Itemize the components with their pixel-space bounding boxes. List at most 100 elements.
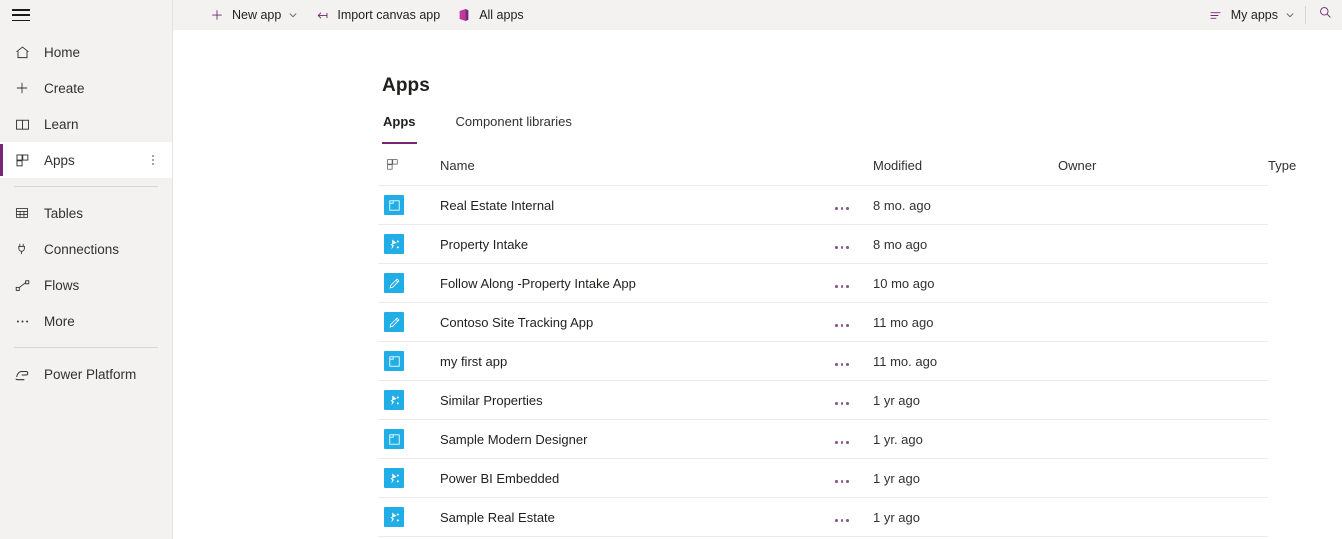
row-cell-name[interactable]: Property Intake: [440, 224, 835, 265]
row-cell-actions: [835, 185, 873, 226]
sidebar-item-home[interactable]: Home: [0, 34, 172, 70]
app-name-link[interactable]: my first app: [440, 354, 507, 369]
row-cell-modified: 1 yr ago: [873, 497, 1058, 538]
app-name-link[interactable]: Real Estate Internal: [440, 198, 554, 213]
row-cell-name[interactable]: Sample Real Estate: [440, 497, 835, 538]
row-overflow-button[interactable]: [835, 324, 849, 327]
office-apps-icon: [456, 7, 472, 23]
row-overflow-button[interactable]: [835, 402, 849, 405]
table-row[interactable]: Property Intake8 mo agoCanvas: [378, 224, 1268, 265]
search-button[interactable]: [1308, 0, 1342, 30]
table-row[interactable]: Real Estate Internal8 mo. agoModel-drive…: [378, 185, 1268, 226]
canvas-app-icon: [384, 390, 404, 411]
sidebar-apps-overflow-button[interactable]: [152, 155, 154, 165]
apps-table: Name Modified Owner Type Real Estate Int…: [378, 156, 1296, 538]
model-driven-app-icon: [384, 195, 404, 216]
left-nav-sidebar: Home Create Learn Apps Tables Connection…: [0, 0, 173, 539]
row-cell-name[interactable]: Follow Along -Property Intake App: [440, 263, 835, 304]
all-apps-button[interactable]: All apps: [448, 0, 531, 30]
column-header-icon: [378, 156, 440, 187]
tab-component-libraries[interactable]: Component libraries: [455, 114, 573, 144]
row-cell-name[interactable]: Real Estate Internal: [440, 185, 835, 226]
import-canvas-app-button[interactable]: Import canvas app: [306, 0, 448, 30]
row-cell-icon: [378, 380, 440, 421]
app-name-link[interactable]: Similar Properties: [440, 393, 543, 408]
command-bar-divider: [1305, 6, 1306, 24]
sidebar-item-tables[interactable]: Tables: [0, 195, 172, 231]
app-name-link[interactable]: Property Intake: [440, 237, 528, 252]
import-canvas-app-label: Import canvas app: [337, 8, 441, 22]
book-icon: [12, 114, 32, 134]
row-cell-owner: [1058, 263, 1268, 304]
sidebar-item-label: Tables: [44, 205, 84, 221]
new-app-button[interactable]: New app: [201, 0, 306, 30]
row-cell-name[interactable]: Contoso Site Tracking App: [440, 302, 835, 343]
app-type-column-icon: [384, 157, 400, 173]
table-row[interactable]: Sample Modern Designer1 yr. agoModel-dri…: [378, 419, 1268, 460]
row-cell-modified: 8 mo ago: [873, 224, 1058, 265]
row-overflow-button[interactable]: [835, 519, 849, 522]
sidebar-item-connections[interactable]: Connections: [0, 231, 172, 267]
row-cell-icon: [378, 263, 440, 304]
column-header-modified[interactable]: Modified: [873, 156, 1058, 187]
table-row[interactable]: Power BI Embedded1 yr agoCanvas: [378, 458, 1268, 499]
row-cell-name[interactable]: Similar Properties: [440, 380, 835, 421]
sidebar-item-apps[interactable]: Apps: [0, 142, 172, 178]
app-name-link[interactable]: Sample Modern Designer: [440, 432, 587, 447]
table-row[interactable]: Similar Properties1 yr agoCanvas: [378, 380, 1268, 421]
sidebar-item-label: Power Platform: [44, 366, 137, 382]
row-cell-owner: [1058, 419, 1268, 460]
sidebar-item-label: Home: [44, 44, 81, 60]
hamburger-menu-button[interactable]: [0, 0, 173, 30]
row-overflow-button[interactable]: [835, 207, 849, 210]
sidebar-item-more[interactable]: More: [0, 303, 172, 339]
canvas-edit-app-icon: [384, 273, 404, 294]
row-cell-actions: [835, 341, 873, 382]
row-overflow-button[interactable]: [835, 285, 849, 288]
row-cell-modified: 1 yr ago: [873, 380, 1058, 421]
row-overflow-button[interactable]: [835, 480, 849, 483]
table-row[interactable]: Follow Along -Property Intake App 10 mo a…: [378, 263, 1268, 304]
tab-list: Apps Component libraries: [173, 114, 1342, 144]
row-cell-name[interactable]: Sample Modern Designer: [440, 419, 835, 460]
row-cell-icon: [378, 224, 440, 265]
row-cell-name[interactable]: my first app: [440, 341, 835, 382]
row-cell-owner: [1058, 380, 1268, 421]
flow-icon: [12, 275, 32, 295]
row-overflow-button[interactable]: [835, 441, 849, 444]
apps-table-body: Real Estate Internal8 mo. agoModel-drive…: [378, 185, 1268, 538]
table-row[interactable]: my first app11 mo. agoModel-driven: [378, 341, 1268, 382]
row-cell-owner: [1058, 302, 1268, 343]
row-cell-modified: 1 yr. ago: [873, 419, 1058, 460]
app-name-link[interactable]: Contoso Site Tracking App: [440, 315, 593, 330]
new-app-label: New app: [232, 8, 282, 22]
row-cell-actions: [835, 497, 873, 538]
app-name-link[interactable]: Sample Real Estate: [440, 510, 555, 525]
row-cell-modified: 1 yr ago: [873, 458, 1058, 499]
row-cell-icon: [378, 341, 440, 382]
main-area: New app Import canvas app All apps My ap…: [173, 0, 1342, 539]
app-name-link[interactable]: Power BI Embedded: [440, 471, 559, 486]
row-overflow-button[interactable]: [835, 363, 849, 366]
my-apps-label: My apps: [1230, 8, 1278, 22]
sidebar-item-flows[interactable]: Flows: [0, 267, 172, 303]
table-row[interactable]: Contoso Site Tracking App11 mo agoCanvas: [378, 302, 1268, 343]
sidebar-item-create[interactable]: Create: [0, 70, 172, 106]
row-cell-name[interactable]: Power BI Embedded: [440, 458, 835, 499]
sidebar-item-learn[interactable]: Learn: [0, 106, 172, 142]
import-arrow-icon: [314, 7, 330, 23]
column-header-name[interactable]: Name: [440, 156, 835, 187]
tab-apps[interactable]: Apps: [382, 114, 417, 144]
app-name-link[interactable]: Follow Along -Property Intake App: [440, 276, 636, 291]
my-apps-filter-button[interactable]: My apps: [1200, 0, 1303, 30]
canvas-app-icon: [384, 507, 404, 528]
column-header-owner[interactable]: Owner: [1058, 156, 1268, 187]
table-row[interactable]: Sample Real Estate1 yr agoCanvas: [378, 497, 1268, 538]
ellipsis-icon: [12, 311, 32, 331]
sidebar-item-power-platform[interactable]: Power Platform: [0, 356, 172, 392]
model-driven-app-icon: [384, 351, 404, 372]
sidebar-item-label: Learn: [44, 116, 79, 132]
power-apps-maker-portal: Home Create Learn Apps Tables Connection…: [0, 0, 1342, 539]
sidebar-divider-2: [14, 347, 158, 348]
row-overflow-button[interactable]: [835, 246, 849, 249]
